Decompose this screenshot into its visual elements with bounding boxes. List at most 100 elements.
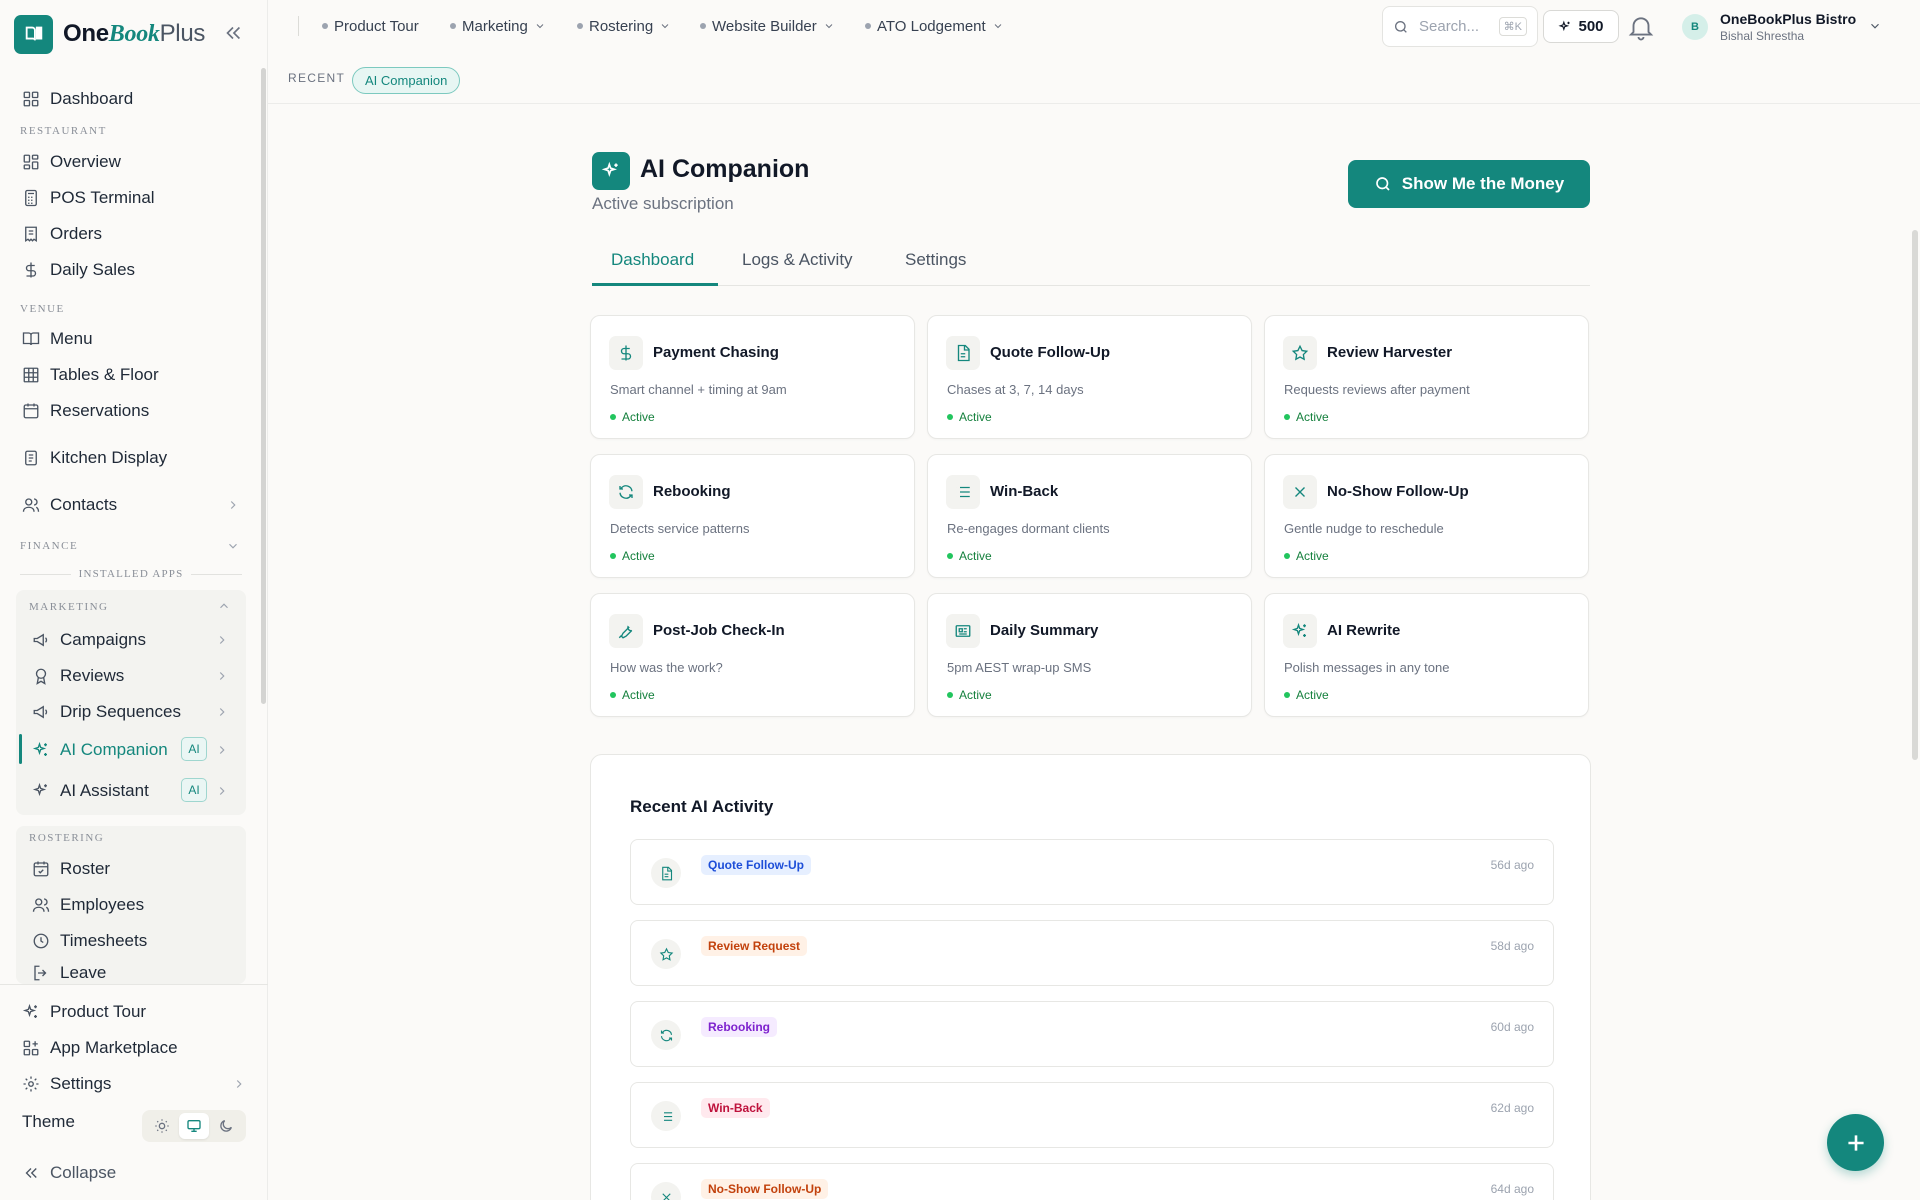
- tab-settings[interactable]: Settings: [905, 250, 966, 270]
- sidebar-item-leave[interactable]: Leave: [32, 962, 106, 984]
- card-description: Detects service patterns: [610, 521, 750, 536]
- refresh-icon: [609, 475, 643, 509]
- sidebar-item-app-marketplace[interactable]: App Marketplace: [22, 1033, 178, 1063]
- credits-button[interactable]: 500: [1543, 10, 1619, 43]
- installed-apps-divider: INSTALLED APPS: [20, 568, 242, 580]
- topnav-marketing[interactable]: Marketing: [450, 14, 546, 38]
- dot-icon: [865, 23, 871, 29]
- chevron-right-icon[interactable]: [215, 743, 229, 757]
- sidebar-item-label: Drip Sequences: [60, 702, 181, 721]
- automation-card[interactable]: AI Rewrite Polish messages in any tone Act…: [1264, 593, 1589, 717]
- automation-card[interactable]: Post-Job Check-In How was the work? Active: [590, 593, 915, 717]
- sidebar-item-roster[interactable]: Roster: [32, 854, 110, 884]
- activity-row[interactable]: Review Request 58d ago: [630, 920, 1554, 986]
- apps-icon: [23, 1040, 39, 1056]
- sidebar-item-label: Overview: [50, 152, 121, 171]
- activity-row[interactable]: Rebooking 60d ago: [630, 1001, 1554, 1067]
- sun-icon[interactable]: [147, 1113, 177, 1139]
- activity-row[interactable]: Win-Back 62d ago: [630, 1082, 1554, 1148]
- chevron-down-icon[interactable]: [1868, 19, 1882, 33]
- card-description: Chases at 3, 7, 14 days: [947, 382, 1084, 397]
- recent-chip[interactable]: AI Companion: [352, 67, 461, 94]
- tab-logs-activity[interactable]: Logs & Activity: [742, 250, 853, 270]
- sidebar-item-settings[interactable]: Settings: [22, 1069, 111, 1099]
- sidebar-item-kitchen-display[interactable]: Kitchen Display: [22, 443, 167, 473]
- chevron-right-icon[interactable]: [215, 633, 229, 647]
- activity-row[interactable]: No-Show Follow-Up 64d ago: [630, 1163, 1554, 1200]
- chevron-right-icon[interactable]: [215, 705, 229, 719]
- show-me-the-money-button[interactable]: Show Me the Money: [1348, 160, 1590, 208]
- topnav-ato-lodgement[interactable]: ATO Lodgement: [865, 14, 1004, 38]
- sidebar-item-ai-companion[interactable]: AI Companion: [32, 735, 168, 765]
- sidebar: OneBookPlus Dashboard RESTAURANT Overvie…: [0, 0, 268, 1200]
- sidebar-item-product-tour[interactable]: Product Tour: [22, 997, 146, 1027]
- bell-icon[interactable]: [1626, 12, 1656, 42]
- sidebar-item-orders[interactable]: Orders: [22, 219, 102, 249]
- chevron-right-icon[interactable]: [232, 1077, 246, 1091]
- newspaper-icon: [946, 614, 980, 648]
- sidebar-item-label: Product Tour: [50, 1002, 147, 1021]
- status-badge: Active: [947, 688, 992, 702]
- topnav-website-builder[interactable]: Website Builder: [700, 14, 835, 38]
- sidebar-item-label: Settings: [50, 1074, 112, 1093]
- topnav-rostering[interactable]: Rostering: [577, 14, 671, 38]
- automation-card[interactable]: Rebooking Detects service patterns Active: [590, 454, 915, 578]
- main-scrollbar[interactable]: [1912, 230, 1918, 760]
- chevron-right-icon[interactable]: [215, 784, 229, 798]
- sidebar-item-pos-terminal[interactable]: POS Terminal: [22, 183, 155, 213]
- add-button[interactable]: [1827, 1114, 1884, 1171]
- chevron-right-icon[interactable]: [215, 669, 229, 683]
- card-title: AI Rewrite: [1327, 622, 1401, 639]
- sidebar-item-dashboard[interactable]: Dashboard: [22, 84, 133, 114]
- double-chevron-left-icon[interactable]: [222, 22, 246, 46]
- activity-tag: Quote Follow-Up: [701, 855, 811, 875]
- moon-icon[interactable]: [211, 1113, 241, 1139]
- plus-icon: [1847, 1134, 1864, 1151]
- activity-row[interactable]: Quote Follow-Up 56d ago: [630, 839, 1554, 905]
- sidebar-item-contacts[interactable]: Contacts: [22, 490, 117, 520]
- search-input[interactable]: Search... ⌘K: [1382, 6, 1538, 47]
- sidebar-item-tables-floor[interactable]: Tables & Floor: [22, 360, 159, 390]
- sidebar-item-drip-sequences[interactable]: Drip Sequences: [32, 697, 181, 727]
- section-label-marketing: MARKETING: [29, 601, 109, 613]
- sidebar-item-reviews[interactable]: Reviews: [32, 661, 124, 691]
- automation-card[interactable]: Daily Summary 5pm AEST wrap-up SMS Active: [927, 593, 1252, 717]
- tab-bar: Dashboard Logs & Activity Settings: [592, 238, 1590, 286]
- sidebar-item-overview[interactable]: Overview: [22, 147, 121, 177]
- automation-card[interactable]: Quote Follow-Up Chases at 3, 7, 14 days Ac…: [927, 315, 1252, 439]
- sidebar-item-menu[interactable]: Menu: [22, 324, 93, 354]
- logout-icon: [34, 965, 47, 981]
- book-logo-icon: [14, 14, 53, 54]
- sidebar-item-label: Employees: [60, 895, 145, 914]
- sidebar-item-employees[interactable]: Employees: [32, 890, 144, 920]
- sidebar-item-ai-assistant[interactable]: AI Assistant: [32, 776, 149, 806]
- sidebar-divider: [0, 984, 268, 985]
- sidebar-item-label: App Marketplace: [50, 1038, 178, 1057]
- automation-card[interactable]: Win-Back Re-engages dormant clients Active: [927, 454, 1252, 578]
- topnav-product-tour[interactable]: Product Tour: [322, 14, 419, 38]
- avatar[interactable]: B: [1682, 14, 1708, 40]
- collapse-button[interactable]: Collapse: [22, 1158, 116, 1188]
- sidebar-item-daily-sales[interactable]: Daily Sales: [22, 255, 135, 285]
- automation-card[interactable]: Review Harvester Requests reviews after p…: [1264, 315, 1589, 439]
- clipboard-icon: [25, 450, 37, 466]
- automation-card[interactable]: Payment Chasing Smart channel + timing at…: [590, 315, 915, 439]
- document-icon: [946, 336, 980, 370]
- sidebar-item-campaigns[interactable]: Campaigns: [32, 625, 146, 655]
- user-name[interactable]: OneBookPlus Bistro: [1720, 11, 1856, 27]
- chevron-down-icon[interactable]: [226, 539, 240, 553]
- chevron-right-icon[interactable]: [226, 498, 240, 512]
- monitor-icon[interactable]: [179, 1113, 209, 1139]
- sidebar-item-timesheets[interactable]: Timesheets: [32, 926, 147, 956]
- sidebar-item-reservations[interactable]: Reservations: [22, 396, 149, 426]
- card-description: Requests reviews after payment: [1284, 382, 1470, 397]
- ai-badge: AI: [181, 778, 207, 802]
- tab-dashboard[interactable]: Dashboard: [611, 250, 694, 270]
- chevron-up-icon[interactable]: [217, 599, 231, 613]
- brand-logo[interactable]: OneBookPlus: [14, 14, 205, 54]
- card-title: No-Show Follow-Up: [1327, 483, 1469, 500]
- automation-card[interactable]: No-Show Follow-Up Gentle nudge to resched…: [1264, 454, 1589, 578]
- theme-toggle[interactable]: [142, 1110, 246, 1142]
- sidebar-scrollbar[interactable]: [261, 68, 266, 704]
- search-icon: [1375, 177, 1390, 191]
